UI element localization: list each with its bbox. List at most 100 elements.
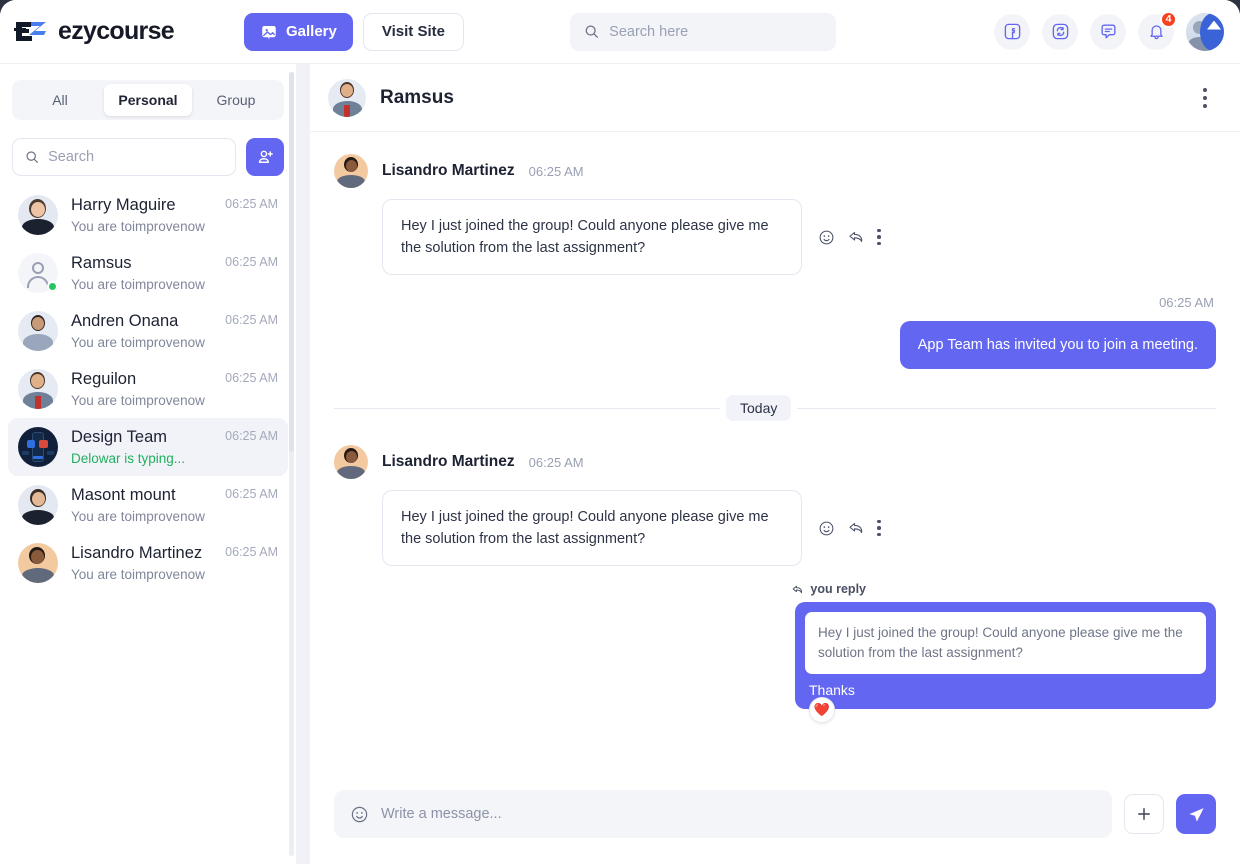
gallery-button[interactable]: Gallery [244, 13, 353, 51]
header-icon-group: 4 [994, 13, 1224, 51]
list-item[interactable]: Lisandro Martinez You are toimprovenow 0… [8, 534, 288, 592]
facebook-icon [1003, 22, 1022, 41]
more-icon[interactable] [877, 520, 881, 537]
message-composer [310, 782, 1240, 864]
message-meta: Lisandro Martinez 06:25 AM [334, 154, 1216, 188]
message-actions [818, 519, 881, 537]
avatar [18, 543, 58, 583]
panel-gutter [296, 64, 310, 864]
message-time: 06:25 AM [529, 164, 584, 179]
reply-tag-label: you reply [810, 582, 866, 596]
reply-icon[interactable] [847, 228, 865, 246]
reply-card: Hey I just joined the group! Could anyon… [795, 602, 1216, 709]
reply-message: you reply Hey I just joined the group! C… [334, 582, 1216, 709]
message-input[interactable] [381, 806, 1096, 822]
tab-all[interactable]: All [16, 84, 104, 116]
sidebar-search[interactable] [12, 138, 236, 176]
reply-icon[interactable] [847, 519, 865, 537]
message-thread: Lisandro Martinez 06:25 AM Hey I just jo… [310, 132, 1240, 782]
composer-input-box[interactable] [334, 790, 1112, 838]
gallery-icon [260, 23, 278, 41]
list-item[interactable]: Masont mount You are toimprovenow 06:25 … [8, 476, 288, 534]
list-item[interactable]: Harry Maguire You are toimprovenow 06:25… [8, 186, 288, 244]
message-meta: Lisandro Martinez 06:25 AM [334, 445, 1216, 479]
brand-logo[interactable]: ezycourse [14, 17, 174, 46]
attach-button[interactable] [1124, 794, 1164, 834]
chat-title: Ramsus [380, 87, 454, 109]
sidebar-scrollbar[interactable] [289, 72, 294, 856]
contact-time: 06:25 AM [225, 545, 278, 559]
list-item[interactable]: Ramsus You are toimprovenow 06:25 AM [8, 244, 288, 302]
user-avatar[interactable] [1186, 13, 1224, 51]
avatar [334, 445, 368, 479]
global-search-input[interactable] [609, 24, 822, 40]
contact-time: 06:25 AM [225, 255, 278, 269]
contact-name: Masont mount [71, 485, 212, 505]
top-header: ezycourse Gallery Visit Site [0, 0, 1240, 64]
avatar [18, 369, 58, 409]
online-indicator [47, 281, 58, 292]
contact-preview: You are toimprovenow [71, 276, 212, 293]
message-incoming: Lisandro Martinez 06:25 AM Hey I just jo… [334, 445, 1216, 566]
message-author: Lisandro Martinez [382, 162, 515, 180]
avatar [18, 253, 58, 293]
divider-label: Today [726, 395, 791, 421]
brand-name: ezycourse [58, 17, 174, 46]
sidebar-scrollbar-thumb[interactable] [289, 72, 294, 452]
facebook-icon-button[interactable] [994, 14, 1030, 50]
sidebar-search-input[interactable] [48, 149, 223, 165]
sync-icon [1051, 22, 1070, 41]
reaction-badge[interactable]: ❤️ [809, 697, 835, 723]
sync-icon-button[interactable] [1042, 14, 1078, 50]
tab-group[interactable]: Group [192, 84, 280, 116]
tab-personal[interactable]: Personal [104, 84, 192, 116]
notifications-button[interactable]: 4 [1138, 14, 1174, 50]
message-time: 06:25 AM [1159, 295, 1214, 310]
list-item[interactable]: Reguilon You are toimprovenow 06:25 AM [8, 360, 288, 418]
avatar-image [1186, 13, 1224, 51]
contact-preview: You are toimprovenow [71, 508, 212, 525]
plus-icon [1135, 805, 1153, 823]
contact-time: 06:25 AM [225, 197, 278, 211]
header-buttons: Gallery Visit Site [244, 13, 464, 51]
contact-preview: You are toimprovenow [71, 566, 212, 583]
chat-icon [1099, 22, 1118, 41]
list-item[interactable]: Andren Onana You are toimprovenow 06:25 … [8, 302, 288, 360]
message-bubble-row: Hey I just joined the group! Could anyon… [334, 199, 1216, 275]
filter-tabs: All Personal Group [12, 80, 284, 120]
add-user-icon [256, 148, 275, 167]
chat-avatar [328, 79, 366, 117]
contact-time: 06:25 AM [225, 487, 278, 501]
emoji-icon[interactable] [350, 805, 369, 824]
more-icon[interactable] [877, 229, 881, 246]
global-search[interactable] [570, 13, 836, 51]
send-icon [1187, 805, 1206, 824]
reply-tag: you reply [791, 582, 866, 596]
avatar [18, 311, 58, 351]
message-actions [818, 228, 881, 246]
search-icon [584, 23, 599, 40]
visit-site-button[interactable]: Visit Site [363, 13, 464, 51]
conversations-sidebar: All Personal Group [0, 64, 296, 864]
message-author: Lisandro Martinez [382, 453, 515, 471]
chat-icon-button[interactable] [1090, 14, 1126, 50]
add-user-button[interactable] [246, 138, 284, 176]
list-item-design-team[interactable]: Design Team Delowar is typing... 06:25 A… [8, 418, 288, 476]
contact-name: Andren Onana [71, 311, 212, 331]
message-incoming: Lisandro Martinez 06:25 AM Hey I just jo… [334, 154, 1216, 275]
avatar [334, 154, 368, 188]
chat-menu-button[interactable] [1192, 83, 1218, 113]
message-text: App Team has invited you to join a meeti… [900, 321, 1216, 369]
avatar [18, 195, 58, 235]
quoted-message: Hey I just joined the group! Could anyon… [805, 612, 1206, 674]
gallery-button-label: Gallery [286, 23, 337, 40]
message-bubble-row: Hey I just joined the group! Could anyon… [334, 490, 1216, 566]
emoji-icon[interactable] [818, 229, 835, 246]
message-time: 06:25 AM [529, 455, 584, 470]
message-text: Hey I just joined the group! Could anyon… [382, 490, 802, 566]
contact-time: 06:25 AM [225, 429, 278, 443]
chat-header: Ramsus [310, 64, 1240, 132]
message-text: Hey I just joined the group! Could anyon… [382, 199, 802, 275]
send-button[interactable] [1176, 794, 1216, 834]
emoji-icon[interactable] [818, 520, 835, 537]
